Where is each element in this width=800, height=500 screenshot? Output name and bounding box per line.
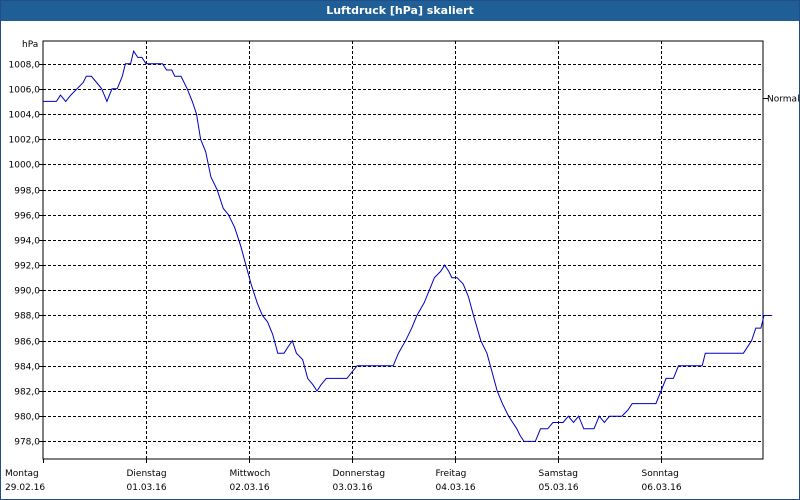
y-tick-label: 1002,0 [9,136,41,146]
y-tick-label: 992,0 [14,262,40,272]
y-tick-label: 998,0 [14,187,40,197]
x-tick-label-date: 06.03.16 [642,483,682,493]
y-tick-label: 1008,0 [9,61,41,71]
x-tick-label-day: Samstag [539,469,578,479]
y-tick-label: 982,0 [14,388,40,398]
x-tick-label-day: Freitag [436,469,467,479]
y-tick-label: 978,0 [14,438,40,448]
y-tick-label: 984,0 [14,363,40,373]
y-tick-label: 1000,0 [9,161,41,171]
chart-title: Luftdruck [hPa] skaliert [1,1,799,21]
x-tick-label-day: Sonntag [642,469,679,479]
x-tick-label-day: Montag [5,469,39,479]
x-tick-label-day: Dienstag [127,469,167,479]
y-tick-label: 996,0 [14,212,40,222]
y-tick-label: 986,0 [14,338,40,348]
chart-window: Luftdruck [hPa] skaliert 1008,0 1006,0 100… [0,0,800,500]
x-tick-label-day: Donnerstag [333,469,386,479]
y-tick-label: 1004,0 [9,111,41,121]
normal-label: Normal [767,95,799,105]
x-tick-label-date: 04.03.16 [436,483,476,493]
pressure-chart: 1008,0 1006,0 1004,0 1002,0 1000,0 998,0 996,0… [5,40,799,493]
y-tick-label: 988,0 [14,312,40,322]
x-tick-label-date: 29.02.16 [5,483,45,493]
y-tick-label: 990,0 [14,287,40,297]
plot-area [42,40,764,460]
y-tick-label: 994,0 [14,237,40,247]
x-tick-label-date: 03.03.16 [333,483,373,493]
x-tick-label-day: Mittwoch [230,469,271,479]
y-axis-label: hPa [22,40,38,50]
series-line [43,49,773,442]
x-tick-label-date: 01.03.16 [127,483,167,493]
x-tick-label-date: 05.03.16 [539,483,579,493]
x-tick-label-date: 02.03.16 [230,483,270,493]
y-tick-label: 980,0 [14,413,40,423]
y-tick-label: 1006,0 [9,86,41,96]
